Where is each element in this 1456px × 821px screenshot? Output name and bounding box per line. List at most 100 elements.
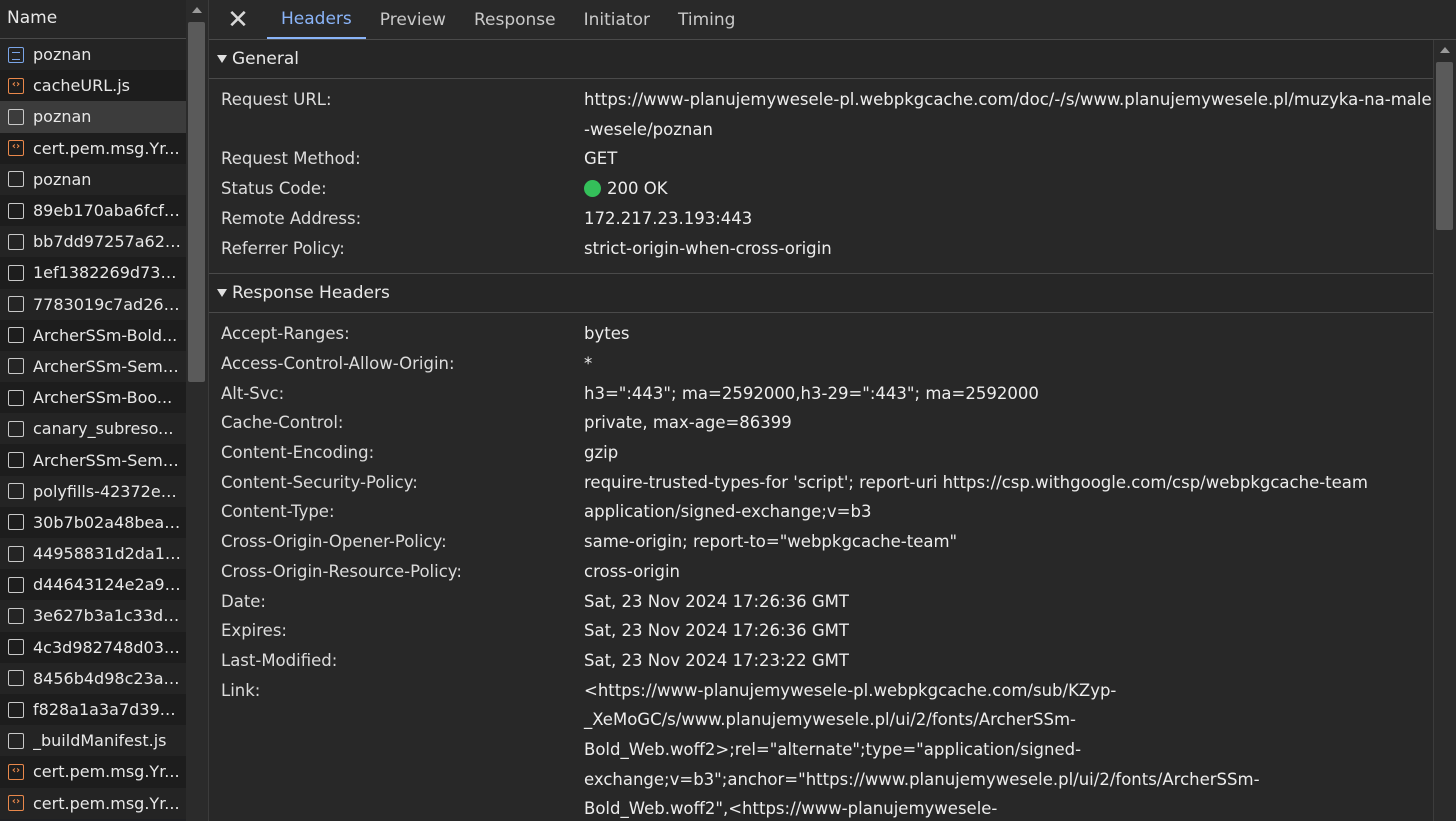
header-value: bytes: [584, 324, 630, 344]
file-icon: [8, 452, 24, 469]
header-name: Cache-Control:: [221, 413, 344, 433]
script-icon: ‹›: [8, 763, 24, 780]
status-ok-dot-icon: [584, 180, 601, 198]
request-list-item[interactable]: poznan: [0, 39, 186, 71]
header-row: Access-Control-Allow-Origin: *: [209, 349, 1434, 379]
tab-response[interactable]: Response: [460, 0, 570, 39]
request-list-item[interactable]: f828a1a3a7d398c...: [0, 693, 186, 726]
file-icon: [8, 420, 24, 437]
tab-timing[interactable]: Timing: [664, 0, 749, 39]
header-value: gzip: [584, 443, 619, 463]
request-list-item[interactable]: 7783019c7ad2658...: [0, 288, 186, 320]
request-list-item[interactable]: 89eb170aba6fcf1...: [0, 194, 186, 227]
request-list-item[interactable]: canary_subreso...: [0, 413, 186, 445]
request-name: cacheURL.js: [33, 76, 130, 96]
request-name: d44643124e2a96...: [33, 575, 181, 595]
request-name: 8456b4d98c23a1...: [33, 668, 181, 688]
file-icon: [8, 327, 24, 344]
tab-preview[interactable]: Preview: [366, 0, 460, 39]
header-name: Remote Address:: [221, 208, 362, 228]
request-list-item[interactable]: polyfills-42372ed...: [0, 475, 186, 507]
header-row: Expires: Sat, 23 Nov 2024 17:26:36 GMT: [209, 616, 1434, 646]
file-icon: [8, 202, 24, 219]
header-value: GET: [584, 149, 618, 169]
header-name: Content-Encoding:: [221, 443, 375, 463]
request-name: 1ef1382269d73bc...: [33, 263, 181, 283]
header-row: Last-Modified: Sat, 23 Nov 2024 17:23:22 …: [209, 646, 1434, 676]
header-value: h3=":443"; ma=2592000,h3-29=":443"; ma=2…: [584, 383, 1039, 403]
close-icon[interactable]: ✕: [209, 0, 267, 39]
request-name: 3e627b3a1c33dcc...: [33, 606, 181, 626]
request-list-item[interactable]: ‹› cert.pem.msg.Yr...: [0, 132, 186, 164]
request-list-item[interactable]: 4c3d982748d039...: [0, 631, 186, 663]
request-name: poznan: [33, 169, 92, 189]
file-icon: [8, 171, 24, 188]
file-icon: [8, 732, 24, 749]
request-name: ArcherSSm-Bold...: [33, 325, 178, 345]
tab-headers[interactable]: Headers: [267, 0, 366, 39]
request-name: cert.pem.msg.Yr...: [33, 793, 180, 813]
header-name: Cross-Origin-Resource-Policy:: [221, 561, 462, 581]
response-headers-section-header[interactable]: Response Headers: [209, 274, 1434, 314]
details-scrollbar[interactable]: [1433, 40, 1456, 821]
scrollbar-thumb[interactable]: [188, 22, 205, 382]
script-icon: ‹›: [8, 77, 24, 94]
request-list-item[interactable]: ArcherSSm-Boo...: [0, 382, 186, 414]
file-icon: [8, 108, 24, 125]
header-row: Link: <https://www-planujemywesele-pl.web…: [209, 676, 1434, 821]
file-icon: [8, 639, 24, 656]
header-name: Accept-Ranges:: [221, 324, 350, 344]
general-section-header[interactable]: General: [209, 40, 1434, 79]
request-list-item[interactable]: d44643124e2a96...: [0, 569, 186, 601]
tab-initiator[interactable]: Initiator: [570, 0, 664, 39]
request-name: bb7dd97257a62d...: [33, 232, 181, 252]
header-row: Cache-Control: private, max-age=86399: [209, 408, 1434, 438]
file-icon: [8, 545, 24, 562]
header-name: Alt-Svc:: [221, 383, 285, 403]
header-value: *: [584, 353, 593, 373]
request-list-item[interactable]: 30b7b02a48beaa...: [0, 506, 186, 538]
file-icon: [8, 389, 24, 406]
request-list-item[interactable]: ‹› cacheURL.js: [0, 70, 186, 102]
script-icon: ‹›: [8, 140, 24, 157]
header-row: Date: Sat, 23 Nov 2024 17:26:36 GMT: [209, 587, 1434, 617]
request-list-item[interactable]: 44958831d2da1b...: [0, 538, 186, 570]
request-list-item[interactable]: _buildManifest.js: [0, 725, 186, 757]
details-tabbar: ✕ Headers Preview Response Initiator Tim…: [209, 0, 1456, 40]
header-row: Accept-Ranges: bytes: [209, 319, 1434, 349]
request-name: canary_subreso...: [33, 419, 174, 439]
header-row: Remote Address: 172.217.23.193:443: [209, 204, 1434, 234]
header-name: Access-Control-Allow-Origin:: [221, 353, 455, 373]
header-row: Alt-Svc: h3=":443"; ma=2592000,h3-29=":44…: [209, 379, 1434, 409]
header-row: Request URL: https://www-planujemywesele-…: [209, 85, 1434, 144]
header-value: 200 OK: [584, 174, 1434, 204]
request-name: 44958831d2da1b...: [33, 544, 181, 564]
request-list-item[interactable]: ‹› cert.pem.msg.Yr...: [0, 756, 186, 788]
header-name: Link:: [221, 680, 261, 700]
request-name: 89eb170aba6fcf1...: [33, 201, 181, 221]
header-name: Date:: [221, 591, 266, 611]
file-icon: [8, 483, 24, 500]
file-icon: [8, 576, 24, 593]
request-list-item[interactable]: ‹› cert.pem.msg.Yr...: [0, 787, 186, 819]
request-list-scrollbar[interactable]: [186, 0, 209, 821]
request-list-item[interactable]: 1ef1382269d73bc...: [0, 257, 186, 289]
scrollbar-thumb[interactable]: [1436, 62, 1453, 230]
request-list-item[interactable]: 3e627b3a1c33dcc...: [0, 600, 186, 632]
request-name: polyfills-42372ed...: [33, 481, 181, 501]
header-value: application/signed-exchange;v=b3: [584, 502, 872, 522]
header-row: Content-Type: application/signed-exchange…: [209, 497, 1434, 527]
request-list-item[interactable]: ArcherSSm-Semi...: [0, 350, 186, 383]
request-name: _buildManifest.js: [33, 731, 167, 751]
name-column-header[interactable]: Name: [0, 0, 186, 39]
request-name: cert.pem.msg.Yr...: [33, 138, 180, 158]
request-list-item[interactable]: 8456b4d98c23a1...: [0, 662, 186, 694]
request-list-item[interactable]: poznan: [0, 163, 186, 195]
scroll-up-arrow-icon[interactable]: [1440, 47, 1450, 53]
scroll-up-arrow-icon[interactable]: [192, 7, 202, 13]
request-list-item[interactable]: ArcherSSm-Semi...: [0, 444, 186, 476]
general-section-body: Request URL: https://www-planujemywesele-…: [209, 79, 1434, 275]
request-list-item[interactable]: bb7dd97257a62d...: [0, 226, 186, 258]
request-list-item[interactable]: poznan: [0, 101, 186, 133]
request-list-item[interactable]: ArcherSSm-Bold...: [0, 319, 186, 351]
